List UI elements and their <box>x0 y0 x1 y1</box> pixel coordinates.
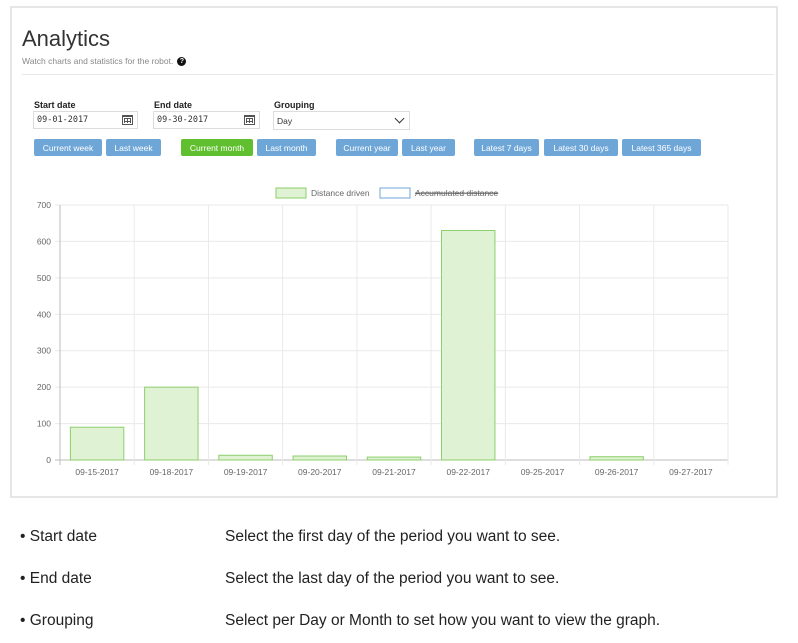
y-tick-label: 500 <box>37 273 51 283</box>
x-tick-label: 09-21-2017 <box>372 467 416 477</box>
help-desc: Select the first day of the period you w… <box>225 528 561 545</box>
x-tick-label: 09-27-2017 <box>669 467 713 477</box>
x-tick-label: 09-15-2017 <box>75 467 119 477</box>
y-tick-label: 300 <box>37 346 51 356</box>
x-tick-label: 09-20-2017 <box>298 467 342 477</box>
x-tick-label: 09-19-2017 <box>224 467 268 477</box>
bar <box>441 230 496 461</box>
bar <box>589 456 644 461</box>
legend-swatch-distance <box>275 187 307 199</box>
y-axis-labels: 0 100 200 300 400 500 600 700 <box>37 200 51 465</box>
distance-chart: 09-15-2017 09-18-2017 09-19-2017 09-20-2017… <box>37 187 729 477</box>
help-desc: Select the last day of the period you wa… <box>225 570 560 587</box>
help-desc: Select per Day or Month to set how you w… <box>225 612 661 629</box>
bar <box>218 454 273 461</box>
legend-label-distance: Distance driven <box>311 188 370 198</box>
help-term: • End date <box>20 570 92 587</box>
chart-legend: Distance driven Accumulated distance <box>275 187 498 199</box>
y-tick-label: 400 <box>37 309 51 319</box>
x-tick-label: 09-25-2017 <box>521 467 565 477</box>
x-tick-label: 09-22-2017 <box>446 467 490 477</box>
y-tick-label: 200 <box>37 382 51 392</box>
legend-swatch-accumulated <box>379 187 411 199</box>
bar <box>292 455 347 461</box>
y-tick-label: 0 <box>46 455 51 465</box>
y-tick-label: 100 <box>37 419 51 429</box>
help-term: • Start date <box>20 528 97 545</box>
x-axis-labels: 09-15-2017 09-18-2017 09-19-2017 09-20-2017… <box>75 467 713 477</box>
y-tick-label: 700 <box>37 200 51 210</box>
bar <box>69 426 125 461</box>
x-tick-label: 09-18-2017 <box>150 467 194 477</box>
help-term: • Grouping <box>20 612 94 629</box>
y-tick-label: 600 <box>37 236 51 246</box>
bar <box>366 456 422 461</box>
bar <box>144 386 199 461</box>
x-tick-label: 09-26-2017 <box>595 467 639 477</box>
